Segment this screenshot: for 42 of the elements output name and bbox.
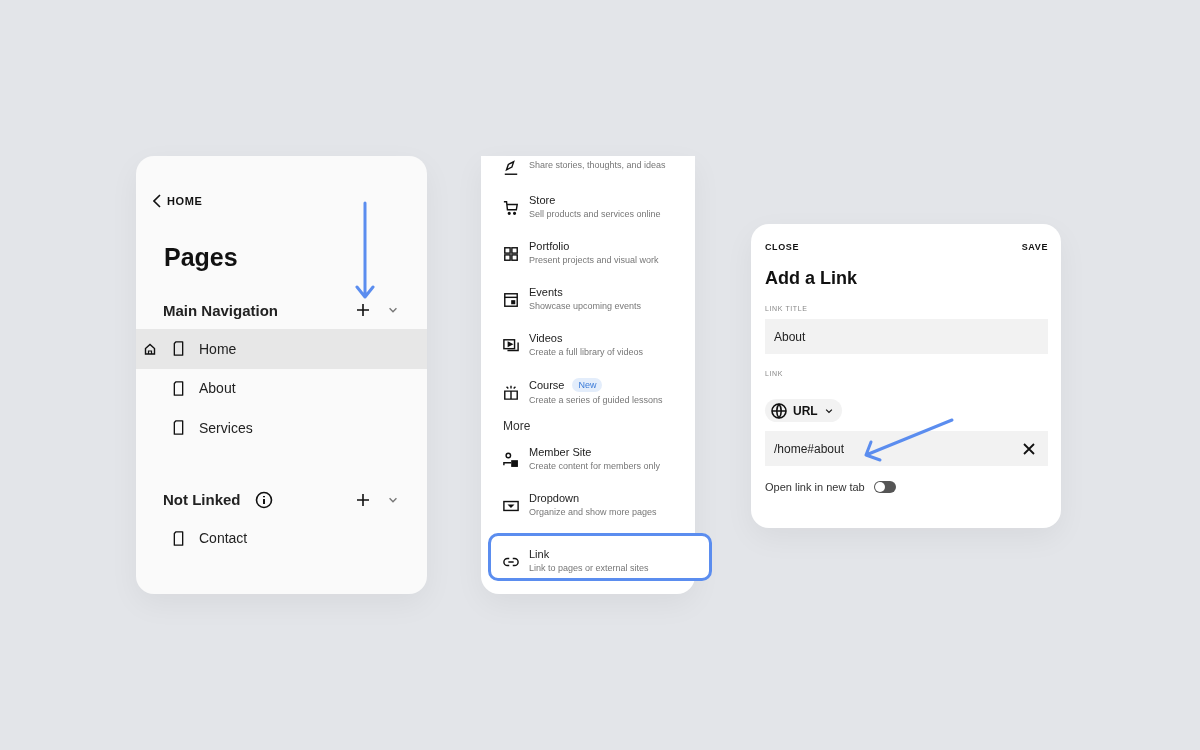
page-type-item[interactable]: Events Showcase upcoming events xyxy=(503,285,695,331)
toggle-label: Open link in new tab xyxy=(765,481,865,493)
clear-icon[interactable] xyxy=(1023,443,1035,455)
page-row[interactable]: Services xyxy=(136,408,427,448)
page-type-item[interactable]: Member Site Create content for members only xyxy=(503,445,695,491)
page-row[interactable]: About xyxy=(136,368,427,408)
page-type-item[interactable]: Link Link to pages or external sites xyxy=(488,533,712,581)
member-icon xyxy=(503,452,519,468)
page-row[interactable]: Contact xyxy=(136,518,427,558)
page-icon xyxy=(171,419,186,437)
videos-icon xyxy=(503,338,519,354)
add-icon[interactable] xyxy=(356,492,370,507)
input-field[interactable]: About xyxy=(765,319,1048,354)
page-icon xyxy=(171,340,186,358)
back-link[interactable]: HOME xyxy=(153,194,203,208)
page-type-item[interactable]: Videos Create a full library of videos xyxy=(503,331,695,377)
page-type-item[interactable]: Portfolio Present projects and visual work xyxy=(503,239,695,285)
page-icon xyxy=(171,529,186,547)
section-heading: More xyxy=(503,419,531,433)
page-type-item[interactable]: Share stories, thoughts, and ideas xyxy=(503,149,695,193)
dropdown-icon xyxy=(503,498,519,514)
url-field[interactable]: /home#about xyxy=(765,431,1048,466)
save-button[interactable]: SAVE xyxy=(1021,242,1048,252)
new-badge: New xyxy=(572,378,603,392)
section-title: Not Linked xyxy=(163,491,241,508)
store-icon xyxy=(503,200,519,216)
globe-icon xyxy=(771,402,787,419)
course-icon xyxy=(503,384,519,400)
toggle-switch[interactable] xyxy=(873,481,896,493)
dialog-title: Add a Link xyxy=(765,268,858,289)
page-icon xyxy=(171,379,186,397)
blog-icon xyxy=(503,160,519,176)
chevron-left-icon xyxy=(153,194,161,208)
link-type-dropdown[interactable]: URL xyxy=(765,399,842,422)
page-type-item[interactable]: Store Sell products and services online xyxy=(503,193,695,239)
section-title: Main Navigation xyxy=(163,301,278,319)
panel-title: Pages xyxy=(164,242,239,272)
close-button[interactable]: CLOSE xyxy=(765,242,799,252)
portfolio-icon xyxy=(503,246,519,262)
events-icon xyxy=(503,292,519,308)
page-row[interactable]: Home xyxy=(136,329,427,369)
add-icon[interactable] xyxy=(356,303,370,317)
